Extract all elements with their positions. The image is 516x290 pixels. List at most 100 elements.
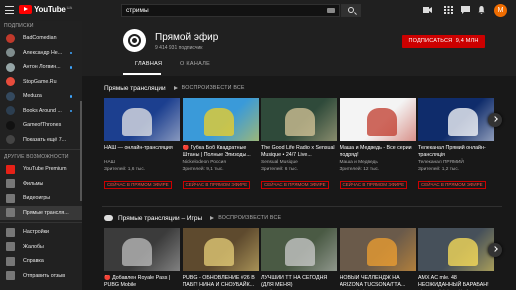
video-card[interactable]: PUBG - ОБНОВЛЕНИЕ #26 В ПАБГ! НИНА И СНО… bbox=[182, 228, 259, 290]
thumbnail-figure bbox=[448, 108, 478, 136]
play-all-button[interactable]: ВОСПРОИЗВЕСТИ ВСЕ bbox=[173, 85, 245, 91]
video-viewers: Зрителей: 12 тыс. bbox=[339, 167, 380, 172]
sidebar-item[interactable]: Антон Логвин... bbox=[0, 60, 82, 75]
shelf-title[interactable]: Прямые трансляции bbox=[104, 85, 166, 92]
sidebar-item[interactable]: Books Around ... bbox=[0, 104, 82, 119]
video-thumbnail[interactable] bbox=[261, 98, 337, 141]
video-title[interactable]: ЛУЧШИЙ ТТ НА СЕГОДНЯ (ДЛЯ МЕНЯ) bbox=[261, 275, 337, 289]
sidebar-item[interactable]: GameofThrones bbox=[0, 118, 82, 133]
subscribe-count: 9,4 МЛН bbox=[455, 38, 479, 44]
sidebar-item[interactable]: StopGame.Ru bbox=[0, 75, 82, 90]
tab-about[interactable]: О КАНАЛЕ bbox=[180, 61, 210, 67]
thumbnail-figure bbox=[366, 238, 397, 266]
sidebar-item-icon bbox=[6, 208, 15, 218]
channel-avatar bbox=[6, 48, 15, 58]
video-title[interactable]: 🔴 Добавлен Royale Pass | PUBG Mobile bbox=[104, 275, 180, 289]
messages-icon[interactable] bbox=[461, 6, 470, 14]
sidebar-item-label: YouTube Premium bbox=[23, 166, 67, 173]
sidebar-item-icon bbox=[6, 242, 15, 252]
sidebar-item[interactable]: Александр Не... bbox=[0, 46, 82, 61]
apps-grid-icon[interactable] bbox=[444, 6, 453, 14]
video-thumbnail[interactable] bbox=[418, 228, 494, 271]
channel-avatar bbox=[6, 91, 15, 101]
video-thumbnail[interactable] bbox=[261, 228, 337, 271]
sidebar-item[interactable]: Настройки bbox=[0, 225, 82, 240]
video-channel[interactable]: Sensual Musique bbox=[261, 160, 337, 166]
video-card[interactable]: НОВЫЙ ЧЕЛЛЕНДЖ НА ARIZONA TUCSONA/ГТА...… bbox=[339, 228, 416, 290]
thumbnail-figure bbox=[122, 108, 152, 136]
sidebar-section-title: ДРУГИЕ ВОЗМОЖНОСТИ bbox=[4, 154, 69, 160]
video-channel[interactable]: Маша и Медведь bbox=[340, 160, 416, 166]
video-thumbnail[interactable] bbox=[182, 228, 259, 271]
sidebar-item-label: Meduza bbox=[23, 93, 42, 100]
video-thumbnail[interactable] bbox=[104, 98, 180, 141]
video-viewers: Зрителей: 6 тыс. bbox=[261, 167, 299, 172]
channel-avatar bbox=[6, 106, 15, 116]
sidebar-item-label: Фильмы bbox=[23, 180, 44, 187]
sidebar-item-label: Прямые трансля... bbox=[23, 209, 69, 216]
video-card[interactable]: ЛУЧШИЙ ТТ НА СЕГОДНЯ (ДЛЯ МЕНЯ)Justik tv… bbox=[261, 228, 337, 290]
keyboard-icon[interactable] bbox=[327, 8, 335, 13]
video-title[interactable]: Маша и Медведь - Все серии подряд! bbox=[340, 145, 416, 159]
video-title[interactable]: Телеканал Прямий онлайн-трансляція bbox=[418, 145, 494, 159]
video-card[interactable]: 🔴 Добавлен Royale Pass | PUBG MobileTORT… bbox=[104, 228, 180, 290]
tab-home[interactable]: ГЛАВНАЯ bbox=[135, 61, 162, 67]
sidebar-item[interactable]: YouTube Premium bbox=[0, 162, 82, 177]
create-video-icon[interactable] bbox=[423, 6, 432, 14]
video-channel[interactable]: НАШ bbox=[104, 160, 180, 166]
channel-subscribers: 9 414 931 подписчик bbox=[155, 45, 203, 51]
channel-header: Прямой эфир 9 414 931 подписчик ПОДПИСАТ… bbox=[82, 21, 516, 76]
video-title[interactable]: 🔴 Губка Боб Квадратные Штаны | Полные Эп… bbox=[183, 145, 259, 159]
play-all-button[interactable]: ВОСПРОИЗВЕСТИ ВСЕ bbox=[210, 215, 281, 221]
menu-icon[interactable] bbox=[5, 6, 14, 14]
sidebar-item[interactable]: Прямые трансля... bbox=[0, 205, 82, 220]
video-card[interactable]: НАШ — онлайн-трансляция НАШ Зрителей: 1,6 … bbox=[104, 98, 180, 191]
video-title[interactable]: AMX AC mle. 48 НЕОЖИДАННЫЙ БАРАБАН! bbox=[418, 275, 494, 289]
video-thumbnail[interactable] bbox=[339, 98, 416, 141]
top-bar: YouTube UA стримы M bbox=[0, 0, 516, 21]
shelf-title[interactable]: Прямые трансляции – Игры bbox=[118, 215, 202, 222]
notifications-bell-icon[interactable] bbox=[477, 6, 486, 14]
video-channel[interactable]: Телеканал ПРЯМИЙ bbox=[418, 160, 494, 166]
youtube-logo[interactable]: YouTube UA bbox=[19, 5, 72, 14]
sidebar-item[interactable]: Meduza bbox=[0, 89, 82, 104]
main-content: Прямой эфир 9 414 931 подписчик ПОДПИСАТ… bbox=[82, 21, 516, 290]
search-button[interactable] bbox=[341, 4, 361, 17]
video-thumbnail[interactable] bbox=[339, 228, 416, 271]
video-viewers: Зрителей: 9,1 тыс. bbox=[182, 167, 224, 172]
video-title[interactable]: The Good Life Radio x Sensual Musique • … bbox=[261, 145, 337, 159]
channel-avatar bbox=[6, 135, 15, 145]
account-avatar[interactable]: M bbox=[494, 4, 507, 17]
shelf-next-arrow-icon[interactable] bbox=[488, 113, 502, 127]
video-card[interactable]: AMX AC mle. 48 НЕОЖИДАННЫЙ БАРАБАН!TheAn… bbox=[418, 228, 494, 290]
shelf-next-arrow-icon[interactable] bbox=[488, 243, 502, 257]
sidebar-item[interactable]: BadComedian bbox=[0, 31, 82, 46]
sidebar-item-label: Настройки bbox=[23, 229, 49, 236]
subscribe-button[interactable]: ПОДПИСАТЬСЯ 9,4 МЛН bbox=[402, 35, 485, 48]
gamepad-icon bbox=[104, 215, 113, 221]
video-thumbnail[interactable] bbox=[182, 98, 259, 141]
sidebar-item[interactable]: Справка bbox=[0, 254, 82, 269]
search-input[interactable]: стримы bbox=[121, 4, 340, 17]
video-thumbnail[interactable] bbox=[418, 98, 494, 141]
sidebar-item[interactable]: Отправить отзыв bbox=[0, 269, 82, 284]
new-content-dot-icon bbox=[69, 66, 72, 69]
video-card[interactable]: Маша и Медведь - Все серии подряд! Маша и… bbox=[339, 98, 416, 191]
video-card[interactable]: Телеканал Прямий онлайн-трансляція Телека… bbox=[418, 98, 494, 191]
active-tab-indicator bbox=[123, 73, 161, 75]
video-title[interactable]: PUBG - ОБНОВЛЕНИЕ #26 В ПАБГ! НИНА И СНО… bbox=[183, 275, 259, 289]
video-card[interactable]: 🔴 Губка Боб Квадратные Штаны | Полные Эп… bbox=[182, 98, 259, 191]
thumbnail-figure bbox=[122, 238, 152, 266]
video-channel[interactable]: Nickelodeon Россия bbox=[183, 160, 259, 166]
sidebar-item[interactable]: Показать ещё 7... bbox=[0, 133, 82, 148]
video-thumbnail[interactable] bbox=[104, 228, 180, 271]
video-title[interactable]: НАШ — онлайн-трансляция bbox=[104, 145, 180, 159]
video-card[interactable]: The Good Life Radio x Sensual Musique • … bbox=[261, 98, 337, 191]
sidebar-item-icon bbox=[6, 164, 15, 174]
sidebar-item[interactable]: Фильмы bbox=[0, 177, 82, 192]
live-channel-icon[interactable] bbox=[123, 29, 146, 52]
video-title[interactable]: НОВЫЙ ЧЕЛЛЕНДЖ НА ARIZONA TUCSONA/ГТА... bbox=[340, 275, 416, 289]
sidebar-item[interactable]: Жалобы bbox=[0, 240, 82, 255]
sidebar-item[interactable]: Видеоигры bbox=[0, 191, 82, 206]
play-icon bbox=[173, 86, 178, 90]
